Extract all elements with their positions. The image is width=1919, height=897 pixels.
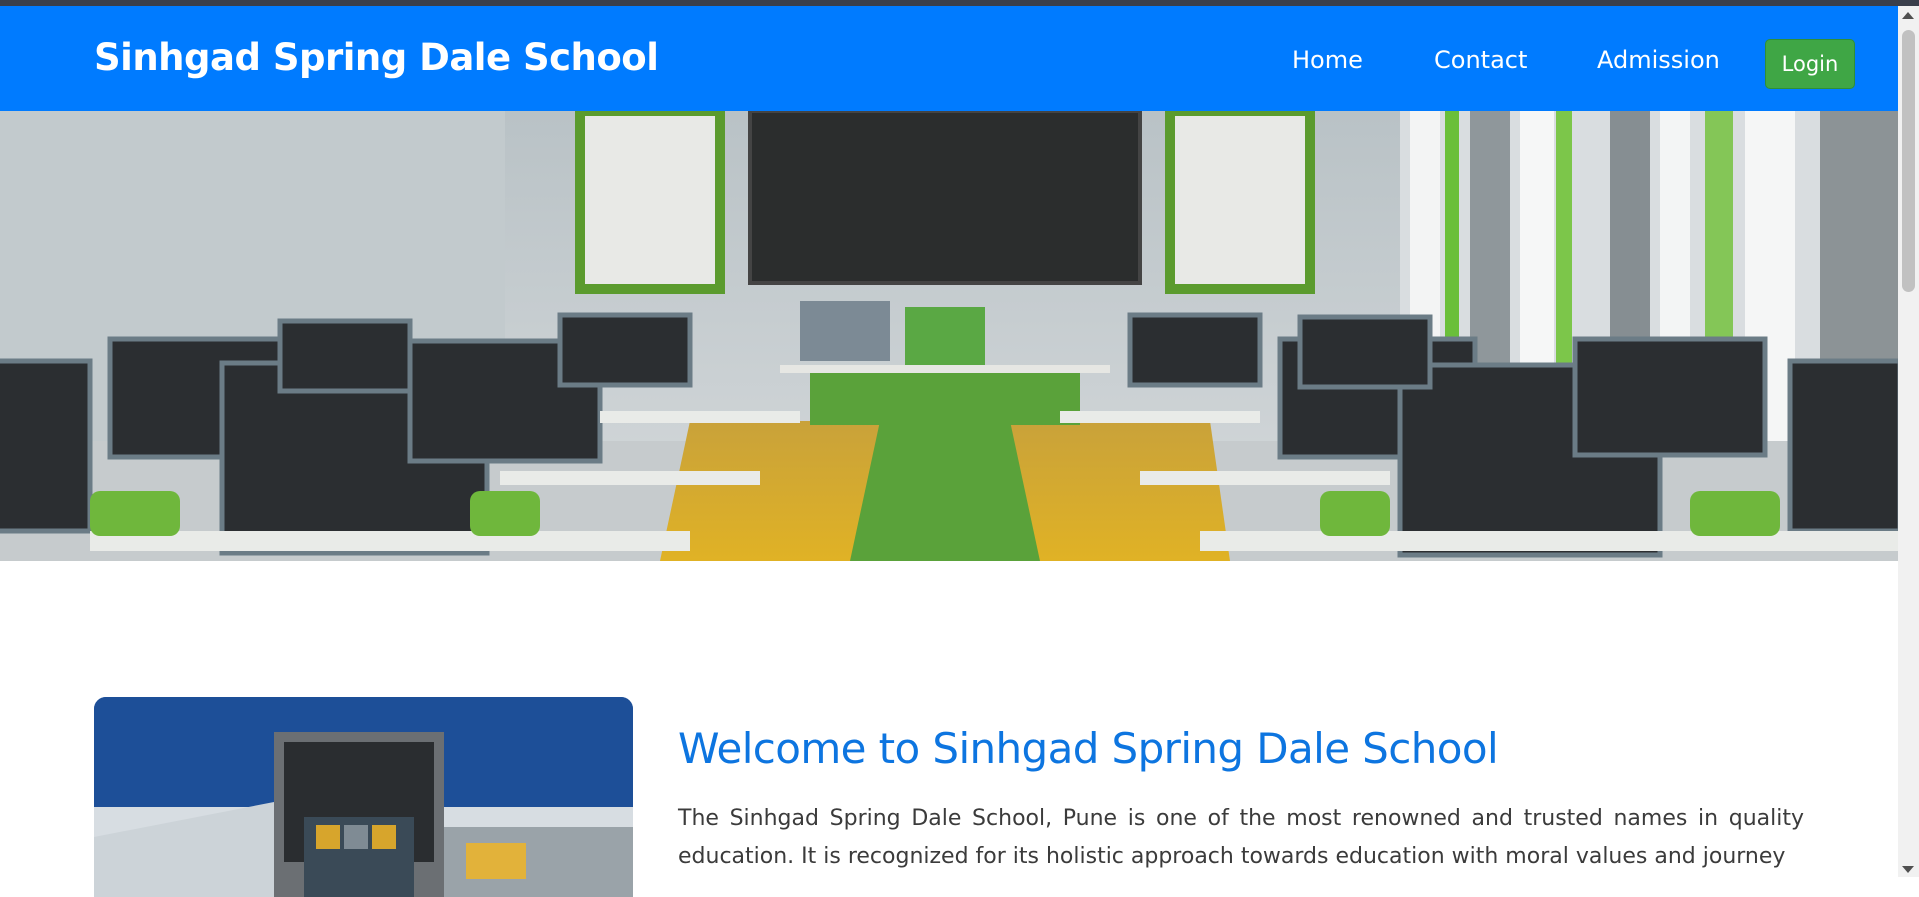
- brand-title[interactable]: Sinhgad Spring Dale School: [94, 36, 659, 79]
- nav-link-contact[interactable]: Contact: [1434, 46, 1527, 74]
- welcome-title: Welcome to Sinhgad Spring Dale School: [678, 724, 1499, 773]
- navbar: Sinhgad Spring Dale School Home Contact …: [0, 6, 1898, 111]
- scroll-down-arrow-icon[interactable]: [1902, 866, 1914, 873]
- school-building-image: [94, 697, 633, 897]
- scroll-thumb[interactable]: [1902, 30, 1915, 292]
- school-building-photo-icon: [94, 697, 633, 897]
- hero-classroom-image: [0, 111, 1898, 561]
- nav-link-admission[interactable]: Admission: [1597, 46, 1720, 74]
- scroll-up-arrow-icon[interactable]: [1902, 12, 1914, 19]
- page-scrollbar[interactable]: [1898, 6, 1919, 877]
- about-paragraph: The Sinhgad Spring Dale School, Pune is …: [678, 806, 1804, 869]
- nav-link-home[interactable]: Home: [1292, 46, 1363, 74]
- classroom-photo-icon: [0, 111, 1898, 561]
- login-button[interactable]: Login: [1765, 39, 1855, 89]
